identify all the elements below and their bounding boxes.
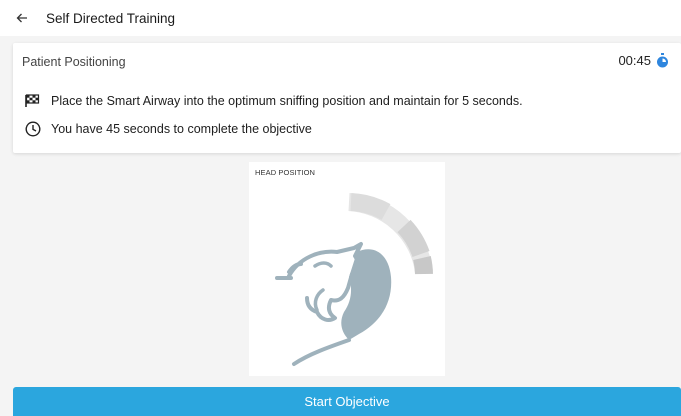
instruction-text: Place the Smart Airway into the optimum … bbox=[51, 93, 523, 108]
countdown-timer: 00:45 bbox=[618, 53, 669, 68]
time-note-text: You have 45 seconds to complete the obje… bbox=[51, 121, 312, 136]
objective-card: Patient Positioning 00:45 Place the Smar… bbox=[13, 43, 681, 153]
start-objective-button[interactable]: Start Objective bbox=[13, 387, 681, 416]
timer-value: 00:45 bbox=[618, 53, 651, 68]
head-profile-icon bbox=[275, 242, 392, 366]
stopwatch-icon bbox=[657, 53, 668, 68]
clock-icon bbox=[24, 120, 41, 137]
time-limit-note: You have 45 seconds to complete the obje… bbox=[24, 120, 312, 137]
top-app-bar: Self Directed Training bbox=[0, 0, 681, 36]
head-position-panel: HEAD POSITION bbox=[249, 162, 445, 376]
back-button[interactable] bbox=[12, 8, 32, 28]
objective-title: Patient Positioning bbox=[22, 55, 126, 69]
checkered-flag-icon bbox=[24, 92, 41, 109]
head-position-illustration bbox=[275, 193, 433, 366]
page-title: Self Directed Training bbox=[46, 10, 176, 26]
objective-instruction: Place the Smart Airway into the optimum … bbox=[24, 92, 523, 109]
arrow-left-icon bbox=[16, 13, 27, 23]
